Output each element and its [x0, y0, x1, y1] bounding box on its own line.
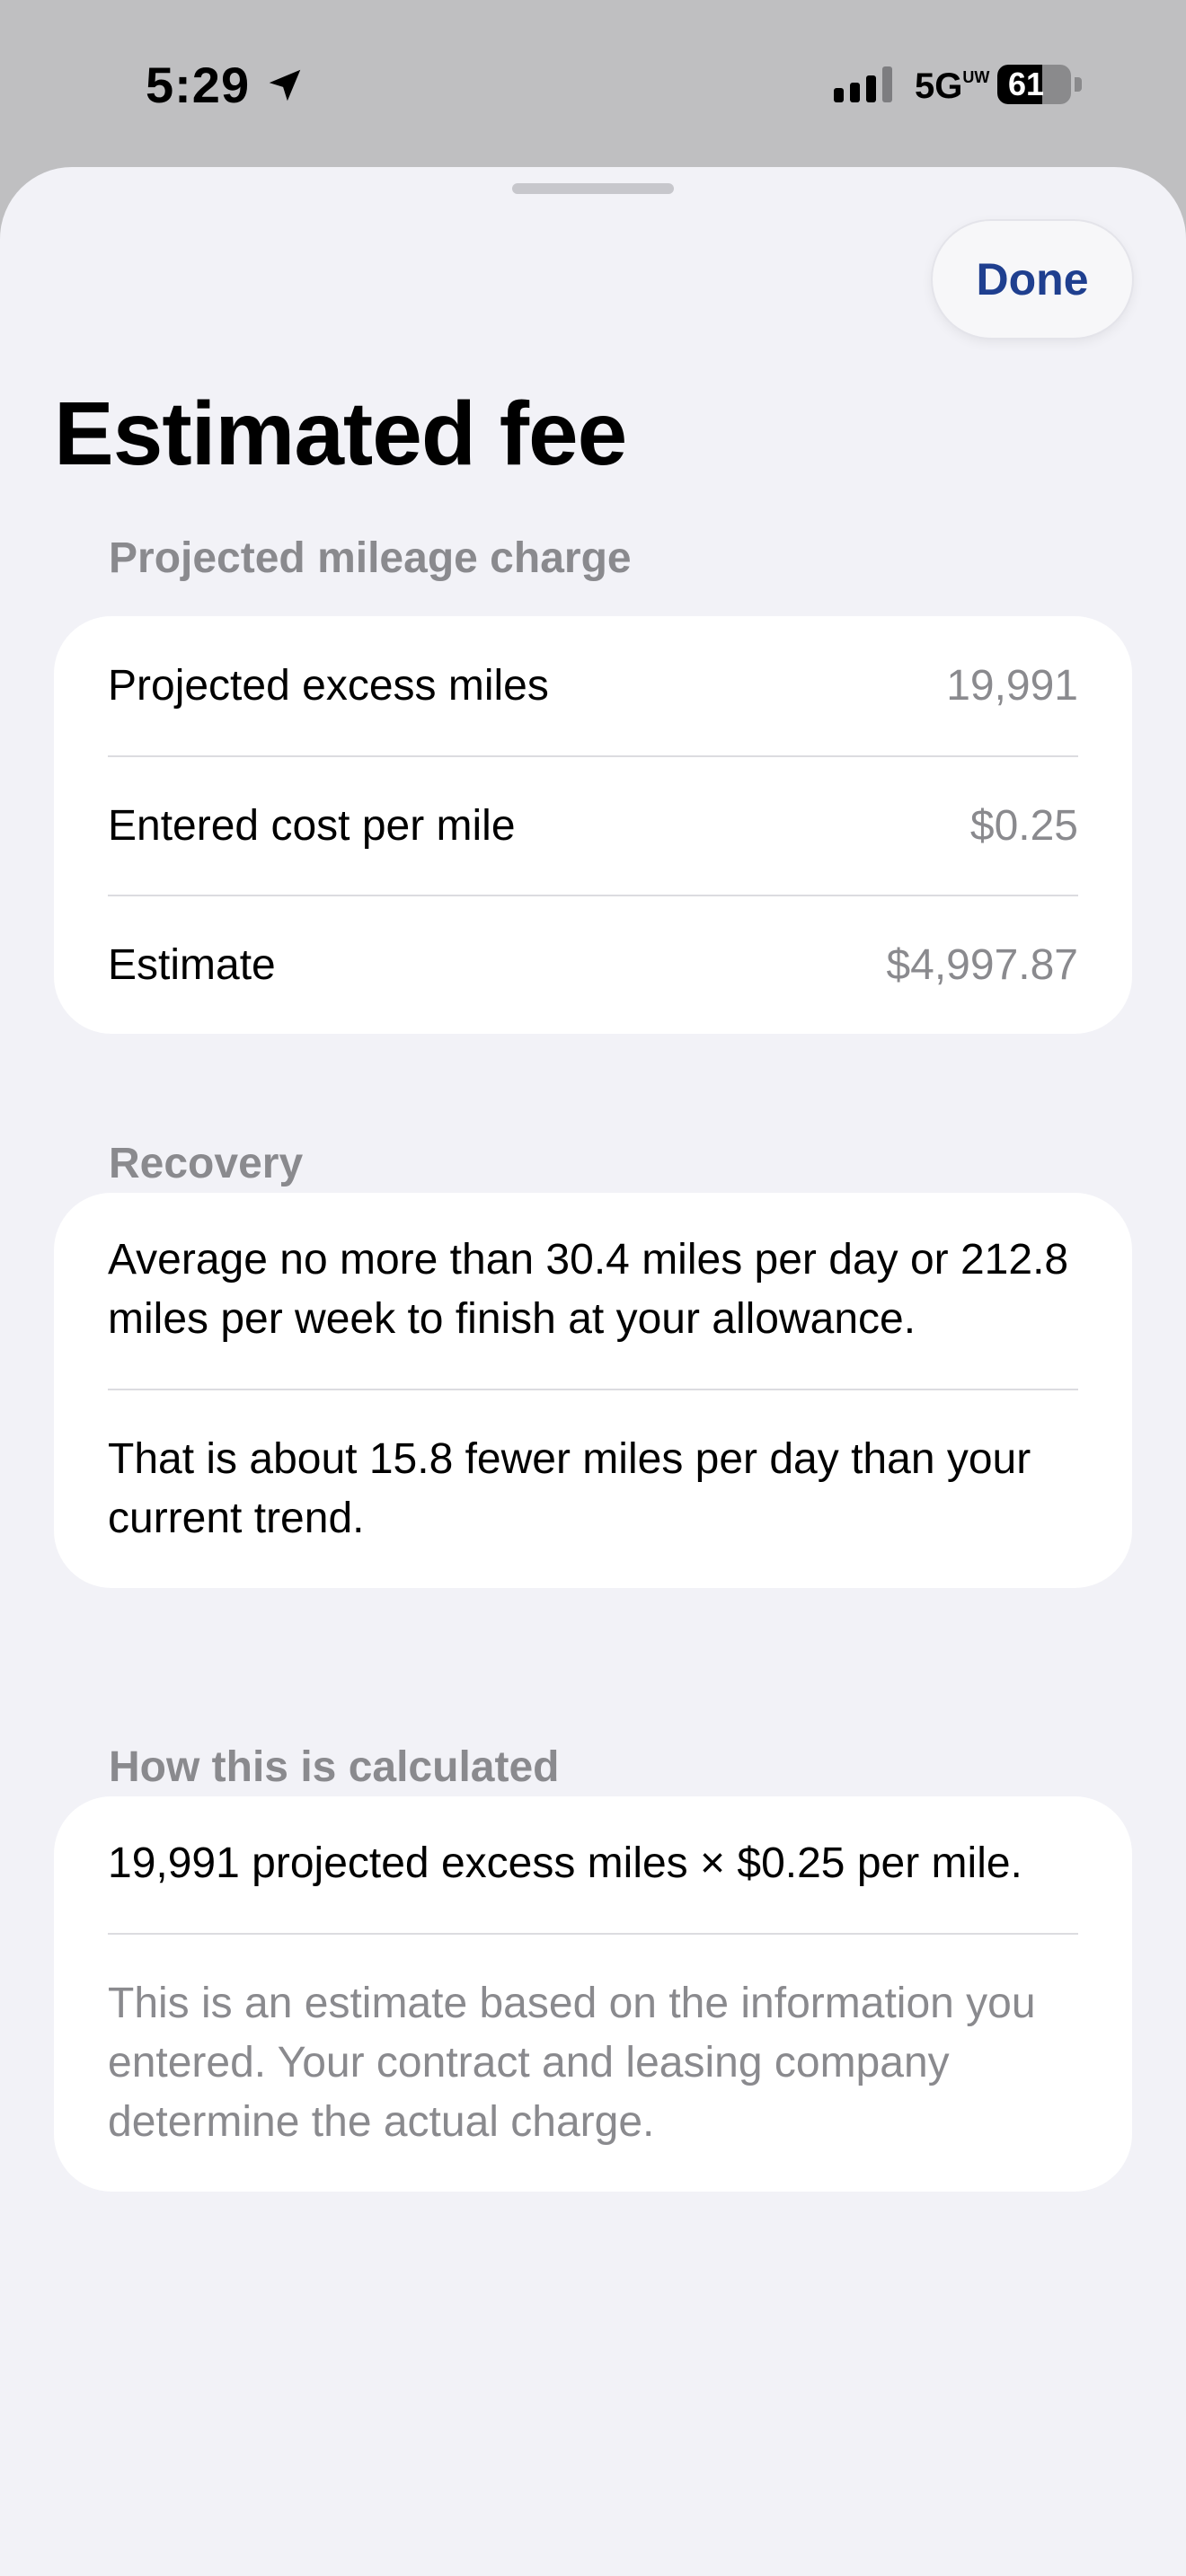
- recovery-card: Average no more than 30.4 miles per day …: [54, 1193, 1132, 1588]
- network-type: 5G: [915, 66, 963, 106]
- estimated-fee-sheet: Done Estimated fee Projected mileage cha…: [0, 167, 1186, 2576]
- clock-text: 5:29: [146, 57, 251, 113]
- status-time: 5:29: [146, 56, 305, 114]
- location-arrow-icon: [269, 69, 301, 101]
- sheet-grabber[interactable]: [512, 183, 674, 194]
- section-header-recovery: Recovery: [109, 1140, 304, 1187]
- battery-tip: [1075, 77, 1082, 92]
- row-label: Projected excess miles: [108, 662, 549, 710]
- row-value: $4,997.87: [886, 941, 1078, 989]
- network-suffix: UW: [962, 68, 990, 86]
- calculation-card: 19,991 projected excess miles × $0.25 pe…: [54, 1796, 1132, 2192]
- battery-percent: 61: [1007, 66, 1045, 102]
- done-button[interactable]: Done: [933, 221, 1132, 338]
- list-item: Entered cost per mile $0.25: [108, 755, 1078, 895]
- mileage-card: Projected excess miles 19,991 Entered co…: [54, 616, 1132, 1034]
- status-bar: 5:29 5GUW 61: [0, 0, 1186, 171]
- network-indicator: 5GUW: [915, 66, 989, 107]
- list-item: That is about 15.8 fewer miles per day t…: [108, 1389, 1078, 1588]
- list-item: Average no more than 30.4 miles per day …: [108, 1236, 1069, 1343]
- row-label: Entered cost per mile: [108, 802, 516, 850]
- formula-text: 19,991 projected excess miles × $0.25 pe…: [108, 1839, 1022, 1887]
- list-item: Projected excess miles 19,991: [108, 616, 1078, 755]
- row-value: $0.25: [969, 802, 1078, 850]
- section-header-calculation: How this is calculated: [109, 1743, 560, 1791]
- cellular-signal-icon: [834, 66, 892, 102]
- battery-icon: 61: [997, 65, 1071, 104]
- page-title: Estimated fee: [54, 384, 627, 484]
- section-header-mileage: Projected mileage charge: [109, 534, 632, 582]
- row-label: Estimate: [108, 941, 276, 989]
- list-item: Estimate $4,997.87: [108, 895, 1078, 1034]
- disclaimer-text: This is an estimate based on the informa…: [108, 1933, 1078, 2192]
- row-value: 19,991: [946, 662, 1078, 710]
